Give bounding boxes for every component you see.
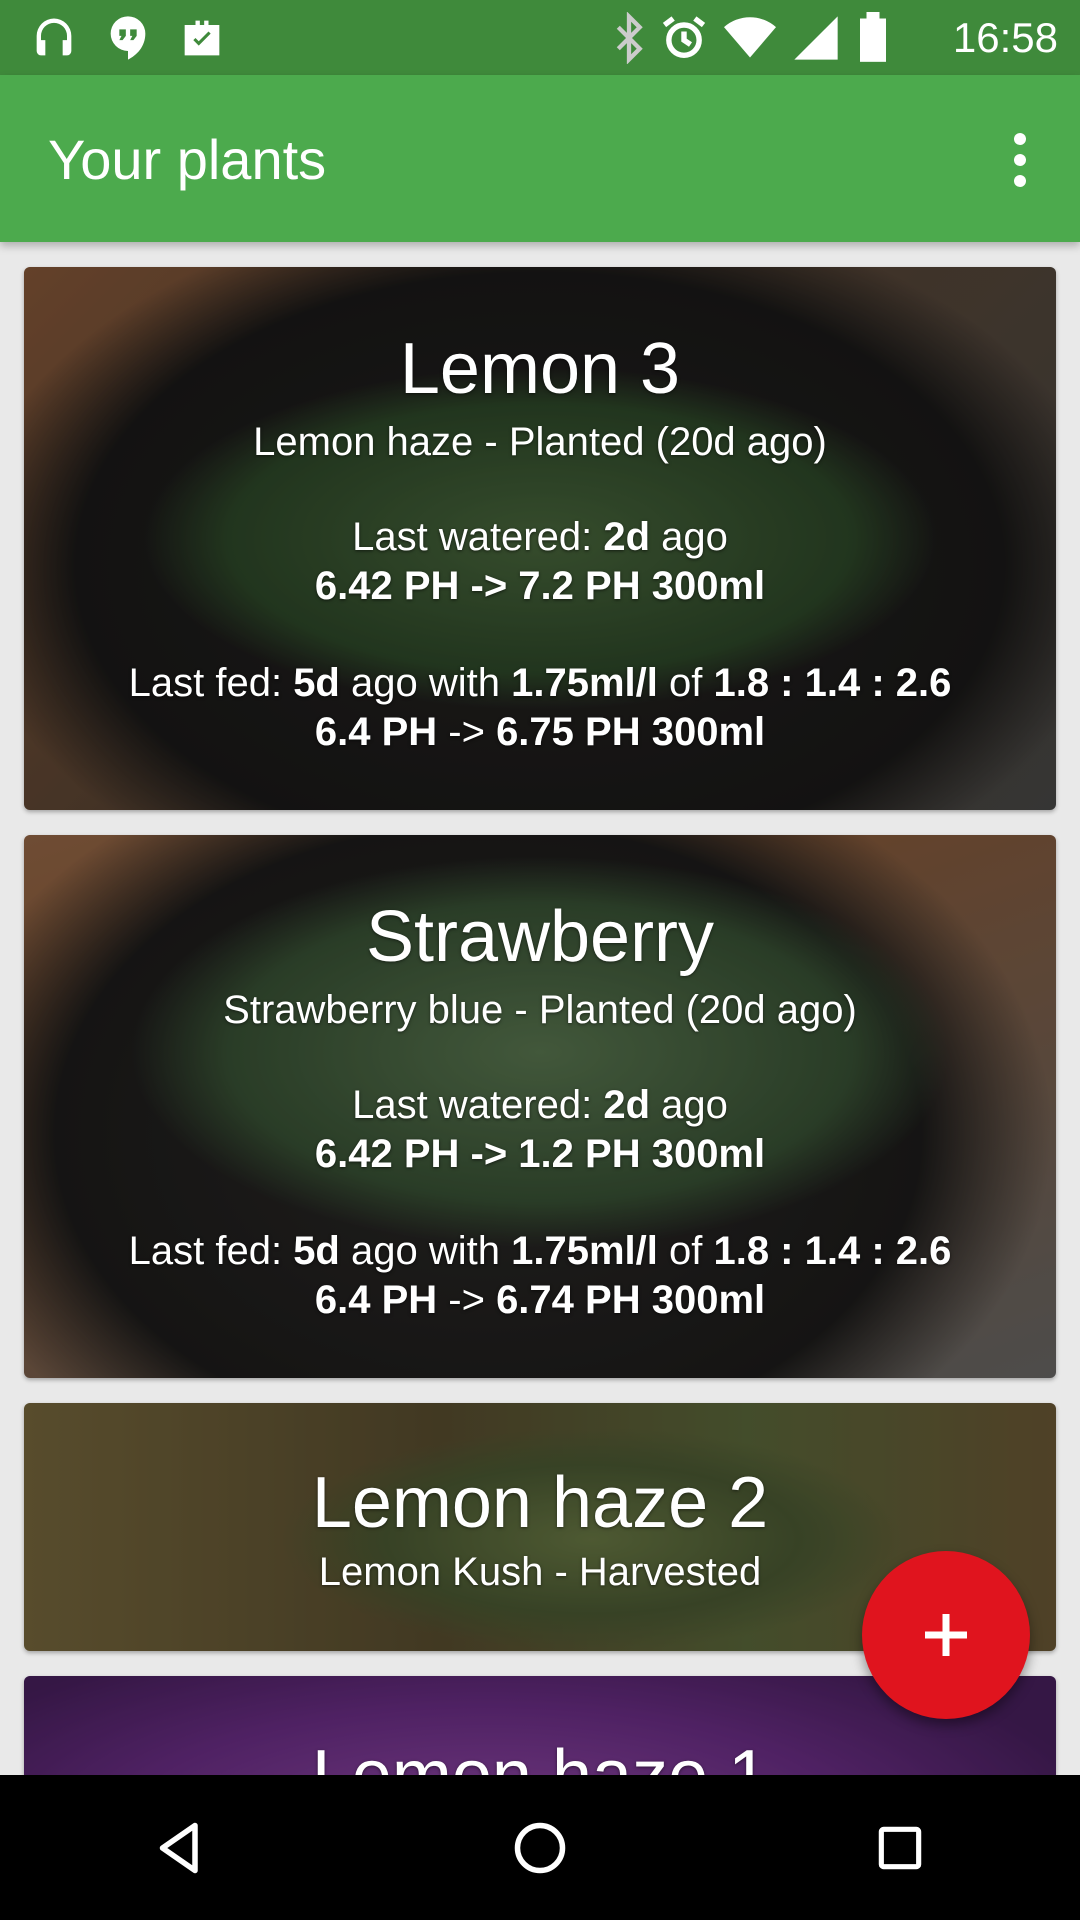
fed-info: Last fed: 5d ago with 1.75ml/l of 1.8 : … — [128, 1229, 952, 1322]
alarm-icon — [662, 16, 706, 59]
more-vert-icon[interactable] — [990, 125, 1050, 195]
add-plant-button[interactable] — [862, 1551, 1030, 1719]
menu-dot — [1014, 133, 1026, 145]
fed-info: Last fed: 5d ago with 1.75ml/l of 1.8 : … — [128, 661, 952, 754]
home-icon — [514, 1822, 566, 1873]
wifi-icon — [724, 17, 776, 58]
menu-dot — [1014, 154, 1026, 166]
plant-card[interactable]: Lemon 3 Lemon haze - Planted (20d ago) L… — [24, 267, 1056, 810]
app-bar: Your plants — [0, 75, 1080, 242]
headset-icon — [36, 18, 72, 56]
battery-icon — [860, 12, 886, 62]
plant-card[interactable]: Strawberry Strawberry blue - Planted (20… — [24, 835, 1056, 1378]
watered-ph: 6.42 PH -> 1.2 PH 300ml — [314, 1132, 766, 1176]
home-button[interactable] — [495, 1803, 585, 1893]
watered-info: Last watered: 2d ago 6.42 PH -> 7.2 PH 3… — [314, 515, 766, 608]
watered-info: Last watered: 2d ago 6.42 PH -> 1.2 PH 3… — [314, 1083, 766, 1176]
notification-icons — [28, 12, 228, 64]
plant-name: Lemon haze 2 — [311, 1463, 769, 1543]
back-icon — [159, 1822, 198, 1873]
plant-name: Lemon 3 — [399, 329, 681, 409]
system-nav-bar — [0, 1775, 1080, 1920]
status-bar: 16:58 — [0, 0, 1080, 75]
recents-button[interactable] — [855, 1803, 945, 1893]
page-title: Your plants — [48, 128, 327, 191]
plant-subtitle: Lemon haze - Planted (20d ago) — [253, 420, 827, 464]
add-icon — [925, 1614, 967, 1656]
watered-ph: 6.42 PH -> 7.2 PH 300ml — [314, 564, 766, 608]
work-icon — [184, 20, 220, 56]
menu-dot — [1014, 175, 1026, 187]
hangouts-icon — [110, 16, 146, 60]
plant-list[interactable]: Lemon 3 Lemon haze - Planted (20d ago) L… — [0, 242, 1080, 1775]
status-clock: 16:58 — [952, 14, 1058, 61]
back-button[interactable] — [135, 1803, 225, 1893]
plant-name: Strawberry — [365, 897, 715, 977]
recents-icon — [878, 1826, 922, 1869]
system-icons — [614, 12, 890, 64]
plant-subtitle: Strawberry blue - Planted (20d ago) — [223, 988, 857, 1032]
bluetooth-icon — [616, 12, 643, 64]
plant-name: Lemon haze 1 — [24, 1736, 1056, 1775]
signal-icon — [794, 16, 838, 60]
